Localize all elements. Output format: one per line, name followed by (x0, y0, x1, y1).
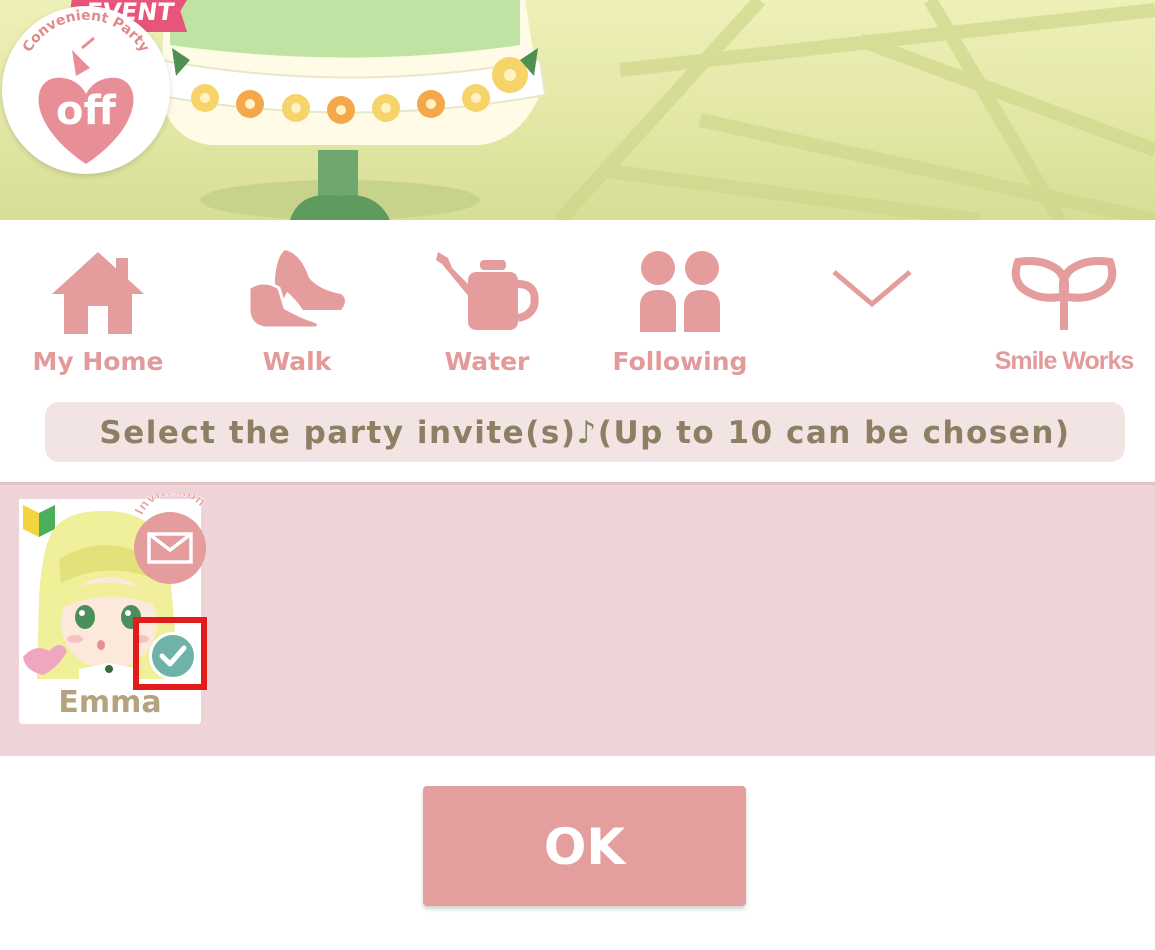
nav-walk[interactable]: Walk (207, 220, 387, 400)
sprout-icon (1011, 257, 1117, 330)
nav-label: Invite (831, 347, 913, 376)
event-scene-banner: EVENT Convenient Party off (0, 0, 1155, 220)
scene-illustration (153, 0, 1155, 220)
ok-button[interactable]: OK (423, 786, 746, 906)
nav-water[interactable]: Water (397, 220, 577, 400)
party-toggle-state: off (56, 88, 116, 134)
nav-following[interactable]: Following (590, 220, 770, 400)
nav-label: Water (444, 347, 530, 376)
selection-hint: Select the party invite(s)♪(Up to 10 can… (45, 402, 1125, 462)
people-icon (640, 251, 720, 332)
svg-text:Convenient Party: Convenient Party (20, 8, 153, 55)
house-icon (52, 252, 144, 334)
nav-smile-works[interactable]: Smile Works (974, 220, 1154, 400)
nav-invite[interactable]: Invite (782, 220, 962, 400)
shoes-icon (247, 250, 345, 328)
friend-name: Emma (58, 685, 162, 720)
nav-label: Walk (262, 347, 332, 376)
watering-can-icon (436, 252, 539, 330)
nav-my-home[interactable]: My Home (8, 220, 188, 400)
selection-highlight-box (133, 617, 207, 690)
party-caption: Convenient Party (20, 8, 153, 55)
convenient-party-toggle[interactable]: Convenient Party off (2, 6, 170, 174)
envelope-icon (830, 268, 914, 326)
nav-label: Smile Works (994, 347, 1135, 375)
invitation-envelope-icon: Invitation (132, 494, 209, 584)
nav-label: My Home (32, 347, 164, 376)
nav-label: Following (612, 347, 748, 376)
